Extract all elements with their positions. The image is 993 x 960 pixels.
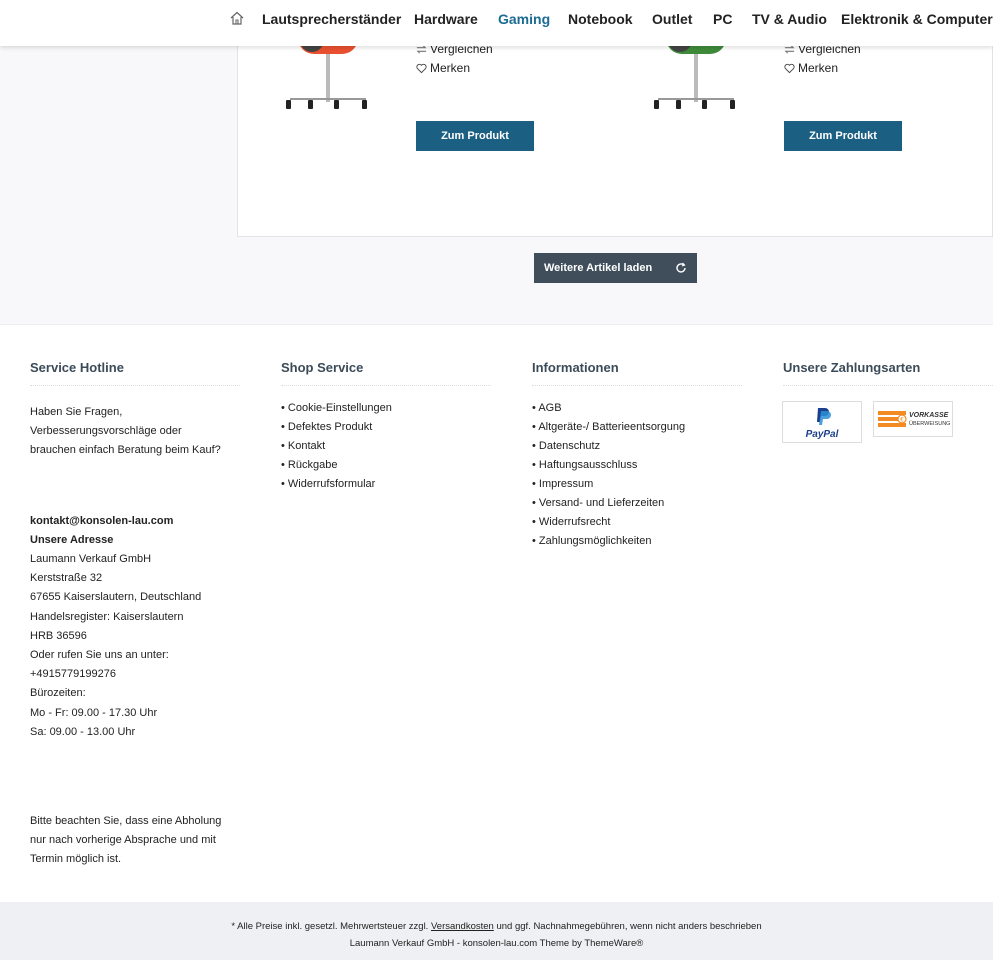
vorkasse-label: VORKASSE <box>909 412 949 419</box>
product-image[interactable] <box>646 38 756 109</box>
paypal-icon <box>817 408 831 425</box>
footer: Service Hotline Haben Sie Fragen, Verbes… <box>0 325 993 902</box>
chair-wheel <box>702 100 707 109</box>
nav-item-gaming[interactable]: Gaming <box>498 11 550 27</box>
text-line: Sa: 09.00 - 13.00 Uhr <box>30 725 136 738</box>
ueberweisung-label: ÜBERWEISUNG <box>909 421 951 427</box>
footer-link[interactable]: Widerrufsformular <box>281 475 491 494</box>
nav-item-lautsprecherstaender[interactable]: Lautsprecherständer <box>262 11 401 27</box>
chair-base <box>658 98 734 100</box>
footer-heading: Shop Service <box>281 360 491 386</box>
footer-link[interactable]: Zahlungsmöglichkeiten <box>532 532 742 551</box>
footer-link[interactable]: Datenschutz <box>532 437 742 456</box>
info-list: AGB Altgeräte-/ Batterieentsorgung Daten… <box>532 399 742 551</box>
wishlist-link[interactable]: Merken <box>784 61 838 75</box>
nav-item-pc[interactable]: PC <box>713 11 732 27</box>
footer-link[interactable]: Widerrufsrecht <box>532 513 742 532</box>
hotline-contact: kontakt@konsolen-lau.com Unsere Adresse … <box>30 512 240 742</box>
footer-col-informationen: Informationen AGB Altgeräte-/ Batterieen… <box>532 360 742 551</box>
footer-link[interactable]: Kontakt <box>281 437 491 456</box>
footer-link[interactable]: Impressum <box>532 475 742 494</box>
nav-item-outlet[interactable]: Outlet <box>652 11 692 27</box>
contact-email[interactable]: kontakt@konsolen-lau.com <box>30 515 173 527</box>
shop-service-list: Cookie-Einstellungen Defektes Produkt Ko… <box>281 399 491 494</box>
footer-bottom-bar: * Alle Preise inkl. gesetzl. Mehrwertste… <box>0 902 993 960</box>
shipping-costs-link[interactable]: Versandkosten <box>431 921 494 932</box>
footer-link[interactable]: Haftungsausschluss <box>532 456 742 475</box>
text-line: Kerststraße 32 <box>30 572 103 585</box>
chair-stem <box>326 54 330 102</box>
text-line: Laumann Verkauf GmbH <box>30 553 152 566</box>
to-product-button[interactable]: Zum Produkt <box>416 121 534 151</box>
footer-heading: Unsere Zahlungsarten <box>783 360 993 386</box>
text-line: Handelsregister: Kaiserslautern <box>30 610 184 623</box>
chair-stem <box>694 54 698 102</box>
load-more-button[interactable]: Weitere Artikel laden <box>534 253 697 283</box>
text-line: Mo - Fr: 09.00 - 17.30 Uhr <box>30 706 158 719</box>
chair-wheel <box>308 100 313 109</box>
chair-wheel <box>334 100 339 109</box>
phone-number[interactable]: +4915779199276 <box>30 665 240 684</box>
footer-link[interactable]: Versand- und Lieferzeiten <box>532 494 742 513</box>
chair-base <box>290 98 366 100</box>
paypal-logo: PayPal <box>782 401 862 443</box>
wishlist-label: Merken <box>430 61 471 75</box>
main-navigation: Lautsprecherständer Hardware Gaming Note… <box>0 0 993 46</box>
refresh-icon <box>676 262 686 273</box>
wishlist-label: Merken <box>798 61 839 75</box>
text-line: nur nach vorherige Absprache und mit <box>30 834 216 847</box>
paypal-label: PayPal <box>805 429 839 440</box>
copyright-text: Laumann Verkauf GmbH - konsolen-lau.com … <box>349 938 644 949</box>
home-icon[interactable] <box>229 10 245 26</box>
footer-link[interactable]: Cookie-Einstellungen <box>281 399 491 418</box>
heart-icon <box>784 63 795 74</box>
footer-link[interactable]: Rückgabe <box>281 456 491 475</box>
text-line: 67655 Kaiserslautern, Deutschland <box>30 591 202 604</box>
vat-text: und ggf. Nachnahmegebühren, wenn nicht a… <box>496 921 762 932</box>
hotline-question: Haben Sie Fragen, Verbesserungsvorschläg… <box>30 403 240 461</box>
text-line: HRB 36596 <box>30 629 87 642</box>
chair-wheel <box>676 100 681 109</box>
chair-wheel <box>730 100 735 109</box>
text-line: brauchen einfach Beratung beim Kauf? <box>30 444 221 457</box>
text-line: Haben Sie Fragen, <box>30 406 123 418</box>
vat-notice: * Alle Preise inkl. gesetzl. Mehrwertste… <box>0 918 993 935</box>
text-line: Termin möglich ist. <box>30 853 122 866</box>
chair-wheel <box>286 100 291 109</box>
text-line: Bürozeiten: <box>30 687 86 700</box>
chair-wheel <box>362 100 367 109</box>
nav-item-hardware[interactable]: Hardware <box>414 11 478 27</box>
product-listing-area: Vergleichen Merken Zum Produkt Vergleich… <box>0 0 993 325</box>
heart-icon <box>416 63 427 74</box>
vorkasse-logo: € VORKASSE ÜBERWEISUNG <box>873 401 953 437</box>
pickup-note: Bitte beachten Sie, dass eine Abholung n… <box>30 812 240 870</box>
address-title: Unsere Adresse <box>30 533 114 546</box>
text-line: Bitte beachten Sie, dass eine Abholung <box>30 815 222 828</box>
text-line: Oder rufen Sie uns an unter: <box>30 649 169 662</box>
footer-link[interactable]: Defektes Produkt <box>281 418 491 437</box>
text-line: Verbesserungsvorschläge oder <box>30 425 182 438</box>
to-product-button[interactable]: Zum Produkt <box>784 121 902 151</box>
wishlist-link[interactable]: Merken <box>416 61 470 75</box>
load-more-label: Weitere Artikel laden <box>544 262 653 274</box>
footer-heading: Informationen <box>532 360 742 386</box>
footer-col-payment: Unsere Zahlungsarten <box>783 360 993 386</box>
nav-item-notebook[interactable]: Notebook <box>568 11 633 27</box>
footer-link[interactable]: AGB <box>532 399 742 418</box>
footer-link[interactable]: Altgeräte-/ Batterieentsorgung <box>532 418 742 437</box>
chair-wheel <box>654 100 659 109</box>
nav-item-tv-audio[interactable]: TV & Audio <box>752 11 827 27</box>
footer-heading: Service Hotline <box>30 360 240 386</box>
bank-transfer-icon: € <box>878 411 907 427</box>
footer-col-hotline: Service Hotline Haben Sie Fragen, Verbes… <box>30 360 240 870</box>
nav-item-elektronik-computer[interactable]: Elektronik & Computer <box>841 11 993 27</box>
footer-col-shop-service: Shop Service Cookie-Einstellungen Defekt… <box>281 360 491 494</box>
product-image[interactable] <box>278 38 388 109</box>
vat-text: * Alle Preise inkl. gesetzl. Mehrwertste… <box>231 921 429 932</box>
